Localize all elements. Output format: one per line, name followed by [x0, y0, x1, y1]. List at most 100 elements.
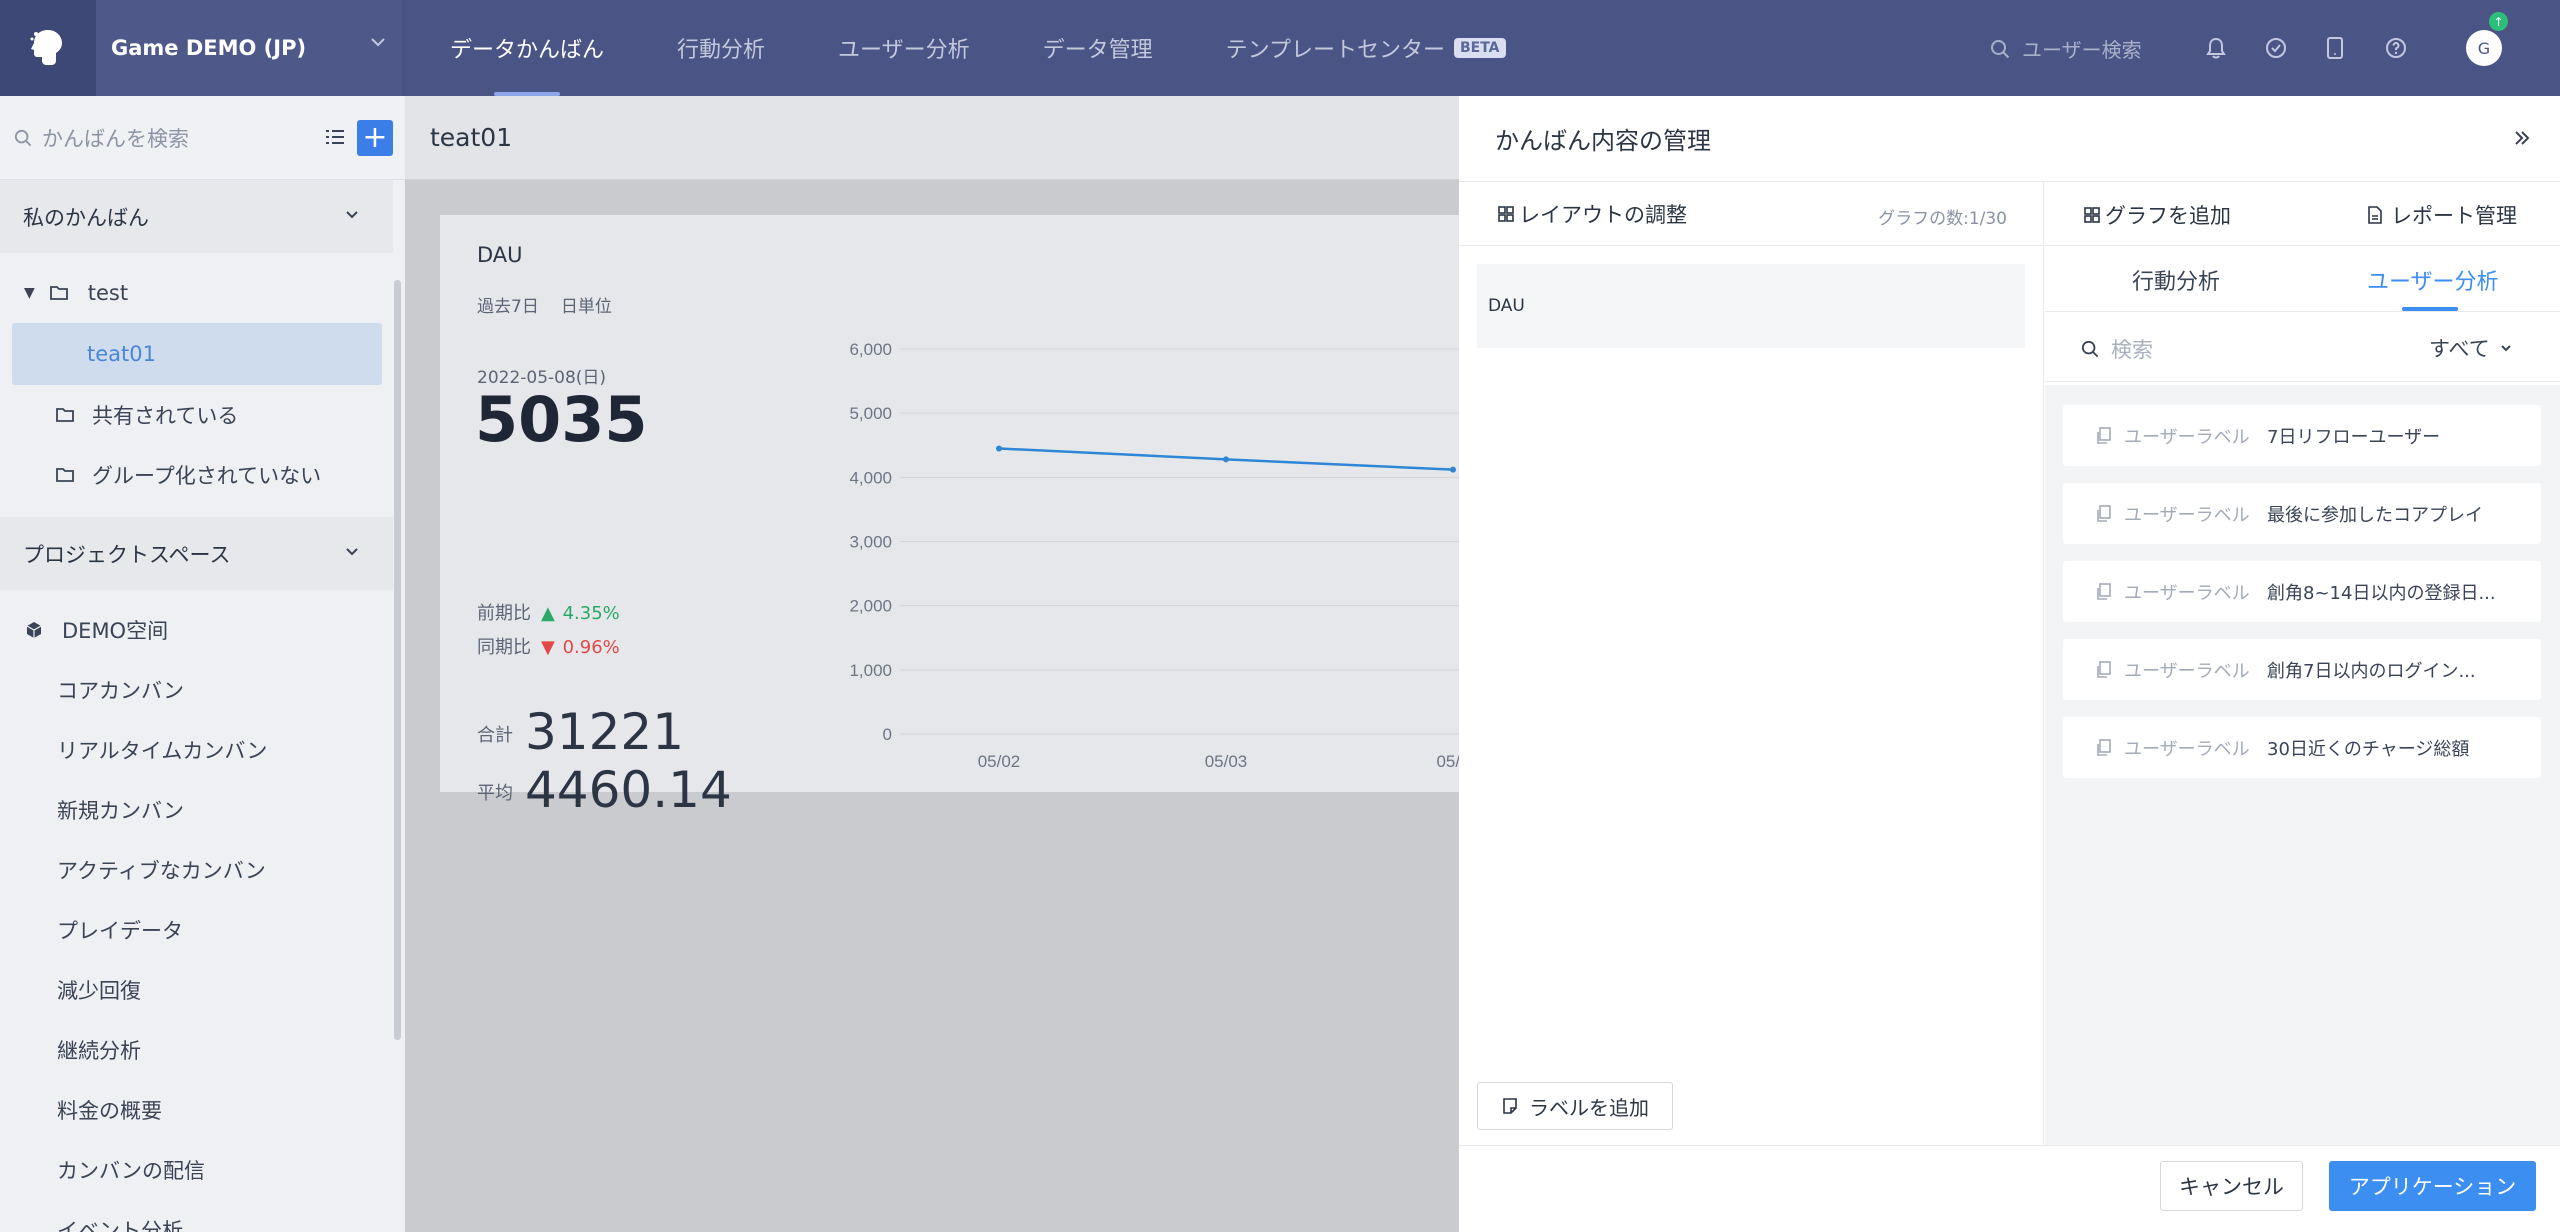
layout-label[interactable]: レイアウトの調整 — [1519, 199, 1687, 229]
kanban-item-teat01[interactable]: teat01 — [12, 323, 382, 385]
my-kanban-section[interactable]: 私のかんばん — [0, 180, 393, 253]
copy-icon — [2097, 738, 2111, 756]
data-point[interactable] — [1450, 466, 1456, 473]
sidebar-item-event-analysis[interactable]: イベント分析 — [0, 1200, 393, 1232]
list-item[interactable]: ユーザーラベル 30日近くのチャージ総額 — [2063, 717, 2541, 778]
search-icon — [14, 129, 32, 146]
grid-icon — [1498, 205, 1514, 222]
copy-icon — [2097, 426, 2111, 444]
list-item[interactable]: ユーザーラベル 最後に参加したコアプレイ — [2063, 483, 2541, 544]
data-point[interactable] — [996, 445, 1002, 452]
sidebar-item-kanban-distribution[interactable]: カンバンの配信 — [0, 1140, 393, 1200]
apply-button[interactable]: アプリケーション — [2329, 1161, 2536, 1211]
sidebar-item-play-data[interactable]: プレイデータ — [0, 900, 393, 960]
y-tick-label: 2,000 — [849, 597, 892, 616]
tablet-icon[interactable] — [2325, 36, 2345, 60]
y-tick-label: 4,000 — [849, 468, 892, 487]
kanban-title: teat01 — [405, 96, 1460, 180]
user-search[interactable]: ユーザー検索 — [1990, 34, 2142, 63]
kanban-main: teat01 DAU 過去7日 日単位 2022-05-08(日) 5035 前期… — [405, 96, 1460, 1232]
project-name: Game DEMO (JP) — [111, 36, 307, 60]
report-management-button[interactable]: レポート管理 — [2367, 200, 2517, 230]
nav-template-center[interactable]: テンプレートセンター BETA — [1226, 0, 1506, 96]
active-tab-indicator — [2402, 307, 2458, 311]
folder-icon — [49, 286, 68, 300]
y-tick-label: 5,000 — [849, 404, 892, 423]
graph-source-column: グラフを追加 レポート管理 行動分析 ユーザー分析 検索 すべて ユーザーラベル… — [2045, 182, 2560, 1145]
y-tick-label: 1,000 — [849, 661, 892, 680]
kanban-search[interactable]: かんばんを検索 + — [0, 96, 405, 180]
sidebar-item-decline-recovery[interactable]: 減少回復 — [0, 960, 393, 1020]
copy-icon — [2097, 504, 2111, 522]
data-point[interactable] — [1223, 456, 1229, 463]
x-tick-label: 05/02 — [978, 752, 1021, 771]
cancel-button[interactable]: キャンセル — [2160, 1161, 2303, 1211]
cube-icon — [26, 622, 42, 638]
panel-title: かんばん内容の管理 — [1495, 127, 1711, 155]
layout-header: レイアウトの調整 グラフの数:1/30 — [1459, 182, 2043, 246]
list-item[interactable]: ユーザーラベル 創角7日以内のログイン... — [2063, 639, 2541, 700]
sidebar-item-realtime-kanban[interactable]: リアルタイムカンバン — [0, 720, 393, 780]
beta-badge: BETA — [1453, 38, 1506, 58]
caret-down-icon: ▼ — [24, 285, 35, 301]
x-tick-label: 05/0 — [1436, 752, 1460, 771]
add-kanban-button[interactable]: + — [357, 120, 393, 156]
layout-column: レイアウトの調整 グラフの数:1/30 DAU ラベルを追加 — [1459, 182, 2044, 1145]
project-selector[interactable]: Game DEMO (JP) — [96, 0, 402, 96]
dau-card[interactable]: DAU 過去7日 日単位 2022-05-08(日) 5035 前期比 ▲ 4.35… — [440, 215, 1460, 819]
collapse-panel-icon[interactable] — [2512, 128, 2532, 148]
graph-count: グラフの数:1/30 — [1878, 209, 2007, 229]
add-label-button[interactable]: ラベルを追加 — [1477, 1082, 1673, 1130]
list-item[interactable]: ユーザーラベル 7日リフローユーザー — [2063, 405, 2541, 466]
document-icon — [2368, 206, 2382, 224]
bell-icon[interactable] — [2205, 36, 2227, 60]
kanban-sidebar: かんばんを検索 + 私のかんばん ▼ test teat01 共有されている グ… — [0, 96, 405, 1232]
nav-behavior-analysis[interactable]: 行動分析 — [677, 0, 765, 96]
sidebar-scrollbar[interactable] — [394, 280, 401, 1040]
project-space-section[interactable]: プロジェクトスペース — [0, 517, 393, 590]
sidebar-item-core-kanban[interactable]: コアカンバン — [0, 660, 393, 720]
list-item[interactable]: ユーザーラベル 創角8~14日以内の登録日... — [2063, 561, 2541, 622]
main-nav: データかんばん 行動分析 ユーザー分析 データ管理 テンプレートセンター BETA — [450, 0, 1579, 96]
note-icon — [1503, 1098, 1517, 1114]
add-graph-button[interactable]: グラフを追加 — [2083, 200, 2231, 230]
ungrouped-folder[interactable]: グループ化されていない — [0, 445, 393, 505]
nav-data-kanban[interactable]: データかんばん — [450, 0, 604, 96]
kanban-content-panel: かんばん内容の管理 レイアウトの調整 グラフの数:1/30 DAU ラベルを追加… — [1459, 96, 2560, 1232]
user-avatar[interactable]: G ↑ — [2466, 12, 2508, 66]
copy-icon — [2097, 660, 2111, 678]
check-circle-icon[interactable] — [2264, 36, 2288, 60]
nav-user-analysis[interactable]: ユーザー分析 — [838, 0, 970, 96]
chevron-down-icon — [371, 38, 385, 47]
user-search-placeholder: ユーザー検索 — [2022, 38, 2142, 62]
folder-icon — [56, 468, 74, 482]
chevron-down-icon — [346, 548, 358, 556]
folder-test[interactable]: ▼ test — [0, 263, 393, 323]
logo-icon — [30, 30, 62, 65]
shared-folder[interactable]: 共有されている — [0, 385, 393, 445]
chevron-down-icon — [2500, 345, 2511, 352]
panel-footer: キャンセル アプリケーション — [1459, 1145, 2560, 1232]
chevron-down-icon — [346, 211, 358, 219]
grid-icon — [2084, 207, 2100, 223]
sidebar-item-pricing-overview[interactable]: 料金の概要 — [0, 1080, 393, 1140]
nav-data-management[interactable]: データ管理 — [1043, 0, 1153, 96]
tab-user-analysis[interactable]: ユーザー分析 — [2367, 264, 2499, 296]
kanban-search-placeholder: かんばんを検索 — [42, 126, 189, 151]
sidebar-item-active-kanban[interactable]: アクティブなカンバン — [0, 840, 393, 900]
y-tick-label: 3,000 — [849, 533, 892, 552]
graph-search-bar: 検索 すべて — [2045, 312, 2560, 382]
graph-search-input[interactable]: 検索 — [2081, 334, 2153, 364]
demo-space[interactable]: DEMO空间 — [0, 600, 393, 660]
sidebar-item-retention[interactable]: 継続分析 — [0, 1020, 393, 1080]
panel-header: かんばん内容の管理 — [1459, 96, 2560, 182]
filter-dropdown[interactable]: すべて — [2429, 333, 2512, 363]
search-icon — [2081, 340, 2099, 358]
list-settings-icon[interactable] — [324, 126, 346, 148]
sidebar-item-new-kanban[interactable]: 新規カンバン — [0, 780, 393, 840]
tab-behavior-analysis[interactable]: 行動分析 — [2132, 264, 2220, 296]
upgrade-arrow-icon: ↑ — [2489, 12, 2508, 31]
app-logo[interactable] — [0, 0, 96, 96]
help-icon[interactable] — [2384, 36, 2408, 60]
layout-item-dau[interactable]: DAU — [1477, 264, 2025, 348]
